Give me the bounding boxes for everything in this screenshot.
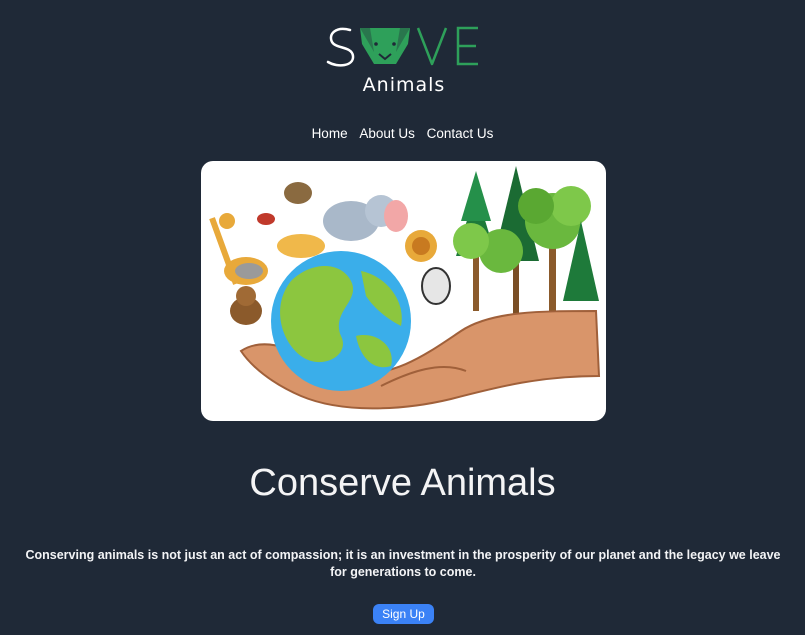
logo-wordmark-icon: [326, 26, 478, 67]
nav-about-link[interactable]: About Us: [359, 126, 415, 141]
page: Animals Home About Us Contact Us Conserv…: [0, 0, 805, 635]
main-nav: Home About Us Contact Us: [0, 126, 805, 141]
hero-image: [201, 161, 606, 421]
description-text: Conserving animals is not just an act of…: [25, 548, 781, 579]
nav-home-link[interactable]: Home: [312, 126, 348, 141]
page-title: Conserve Animals: [249, 462, 556, 504]
logo-subtitle: Animals: [362, 74, 446, 96]
nav-contact-link[interactable]: Contact Us: [427, 126, 494, 141]
save-animals-logo[interactable]: Animals: [326, 24, 482, 96]
sign-up-button[interactable]: Sign Up: [373, 604, 434, 624]
globe-animals-illustration-icon: [209, 166, 601, 410]
